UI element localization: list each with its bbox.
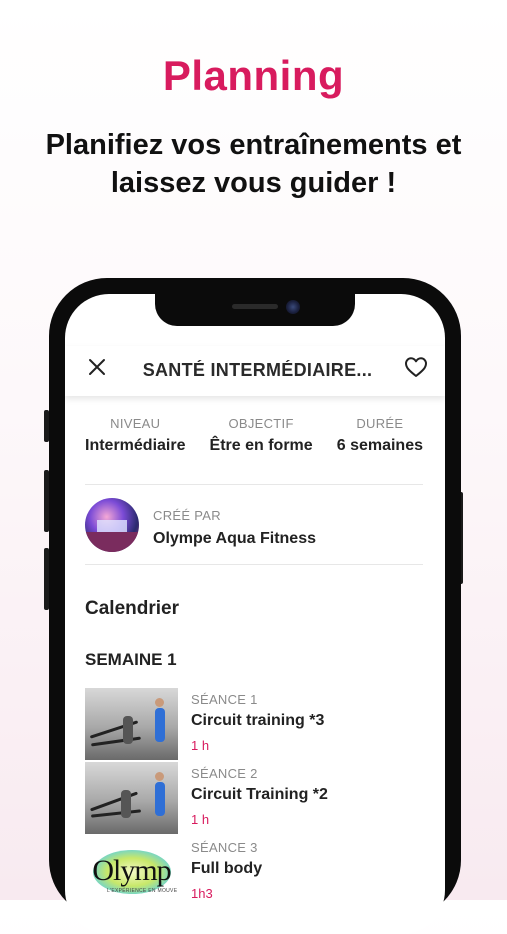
week-title: SEMAINE 1 — [85, 650, 177, 669]
avatar-detail — [97, 520, 127, 532]
phone-notch — [155, 294, 355, 326]
avatar-detail — [85, 532, 139, 552]
stat-value: Être en forme — [209, 437, 313, 454]
promo-subtitle: Planifiez vos entraînements et laissez v… — [20, 126, 487, 202]
session-thumbnail — [85, 688, 178, 760]
creator-label: CRÉÉ PAR — [153, 508, 221, 523]
phone-screen: SANTÉ INTERMÉDIAIRE... NIVEAU Intermédia… — [65, 294, 445, 934]
phone-frame: SANTÉ INTERMÉDIAIRE... NIVEAU Intermédia… — [49, 278, 461, 934]
thumbnail-detail — [155, 782, 165, 816]
promo-subtitle-line-2: laissez vous guider ! — [110, 167, 397, 199]
session-thumbnail: Olymp L'EXPÉRIENCE EN MOUVE — [85, 836, 178, 908]
program-stats: NIVEAU Intermédiaire OBJECTIF Être en fo… — [85, 416, 423, 455]
creator-avatar[interactable] — [85, 498, 139, 552]
stat-objective: OBJECTIF Être en forme — [210, 416, 313, 455]
stat-duration: DURÉE 6 semaines — [337, 416, 423, 455]
program-title: SANTÉ INTERMÉDIAIRE... — [142, 360, 373, 380]
promo-headline: Planning — [162, 52, 345, 99]
session-name: Circuit training *3 — [191, 712, 325, 729]
stat-label: NIVEAU — [110, 416, 161, 431]
session-duration: 1 h — [191, 738, 210, 753]
session-item[interactable]: Olymp L'EXPÉRIENCE EN MOUVE SÉANCE 3 Ful… — [85, 836, 425, 910]
stat-label: DURÉE — [356, 416, 404, 431]
session-item[interactable]: SÉANCE 1 Circuit training *3 1 h — [85, 688, 425, 762]
stat-level: NIVEAU Intermédiaire — [85, 416, 185, 455]
session-thumbnail — [85, 762, 178, 834]
divider — [85, 484, 423, 485]
navigation-bar: SANTÉ INTERMÉDIAIRE... — [65, 346, 445, 396]
session-duration: 1 h — [191, 812, 210, 827]
session-label: SÉANCE 2 — [191, 766, 258, 781]
session-name: Full body — [191, 860, 263, 877]
thumbnail-detail — [155, 698, 164, 707]
thumbnail-detail — [90, 809, 142, 818]
heart-outline-icon[interactable] — [404, 356, 428, 378]
thumbnail-detail — [121, 790, 131, 818]
front-camera — [286, 300, 300, 314]
session-label: SÉANCE 1 — [191, 692, 258, 707]
logo-tagline: L'EXPÉRIENCE EN MOUVE — [107, 888, 178, 894]
divider — [85, 564, 423, 565]
session-label: SÉANCE 3 — [191, 840, 258, 855]
logo-brand: Olymp — [92, 854, 171, 887]
stat-value: 6 semaines — [336, 437, 423, 454]
creator-name[interactable]: Olympe Aqua Fitness — [153, 530, 316, 548]
thumbnail-detail — [123, 716, 133, 744]
stat-value: Intermédiaire — [85, 437, 186, 454]
thumbnail-detail — [155, 772, 164, 781]
session-item[interactable]: SÉANCE 2 Circuit Training *2 1 h — [85, 762, 425, 836]
thumbnail-detail — [155, 708, 165, 742]
thumbnail-detail — [91, 736, 141, 747]
close-icon[interactable] — [88, 358, 106, 376]
calendar-title: Calendrier — [85, 598, 179, 619]
stat-label: OBJECTIF — [228, 416, 294, 431]
speaker-grille — [232, 304, 278, 309]
session-name: Circuit Training *2 — [191, 786, 328, 803]
promo-subtitle-line-1: Planifiez vos entraînements et — [45, 129, 462, 161]
session-duration: 1h3 — [191, 886, 213, 901]
